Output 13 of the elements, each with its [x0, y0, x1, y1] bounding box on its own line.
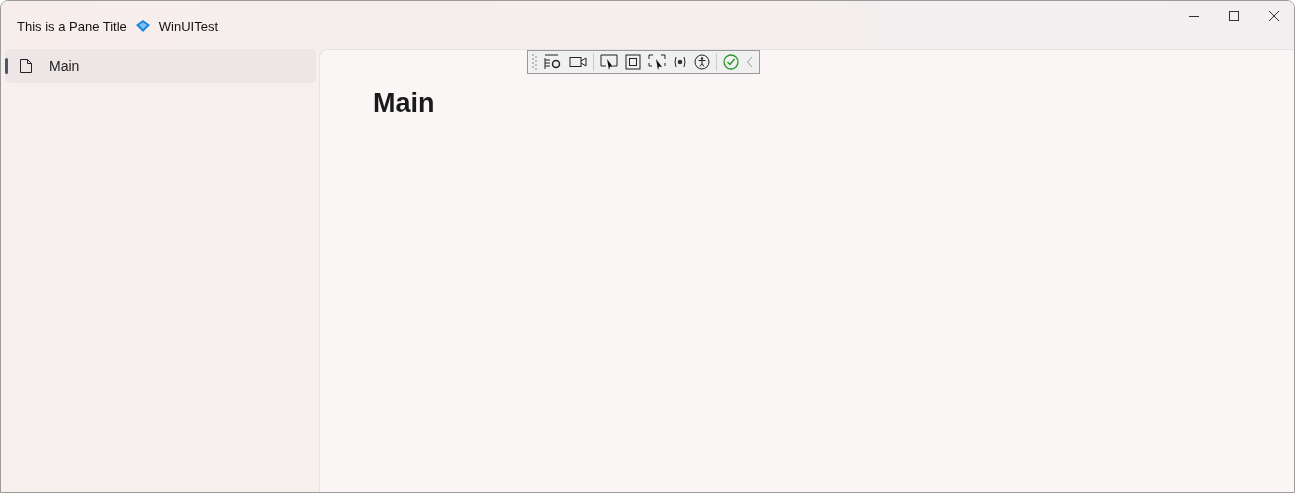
live-tree-icon[interactable] — [543, 52, 563, 72]
grip-icon — [532, 53, 538, 71]
page-heading: Main — [373, 88, 436, 119]
layout-bounds-icon[interactable] — [624, 52, 642, 72]
close-icon[interactable] — [1269, 11, 1279, 21]
app-name: WinUITest — [158, 18, 219, 34]
maximize-icon[interactable] — [1229, 11, 1239, 21]
app-logo-icon — [134, 19, 151, 33]
pane-title: This is a Pane Title — [17, 18, 127, 34]
nav-item[interactable]: Main — [5, 49, 316, 83]
document-icon — [19, 58, 33, 74]
check-icon[interactable] — [722, 52, 740, 72]
accessibility-icon[interactable] — [693, 52, 711, 72]
